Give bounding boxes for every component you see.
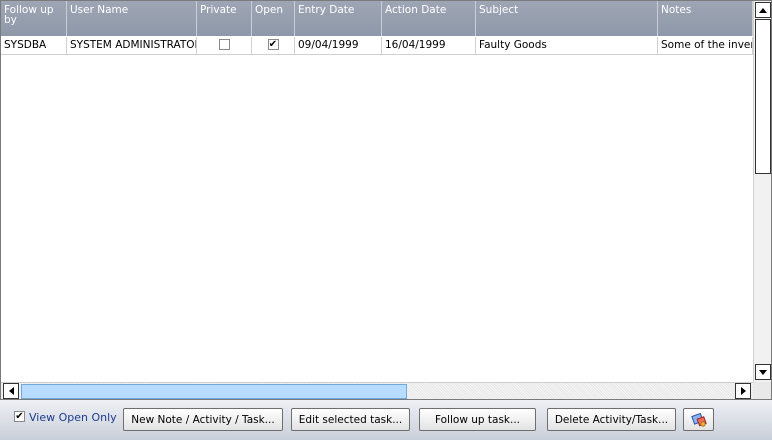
cell-action-date[interactable]: 16/04/1999 — [382, 37, 476, 54]
vertical-scrollbar[interactable] — [753, 1, 771, 382]
open-checkbox[interactable]: ✔ — [267, 38, 279, 50]
eraser-icon — [690, 412, 707, 427]
arrow-right-icon — [740, 387, 746, 395]
arrow-down-icon — [759, 369, 767, 375]
cell-entry-date[interactable]: 09/04/1999 — [295, 37, 382, 54]
view-open-only-toggle[interactable]: ✔ View Open Only — [14, 411, 117, 424]
column-header-action-date[interactable]: Action Date — [382, 1, 476, 36]
vertical-scroll-thumb[interactable] — [755, 19, 771, 174]
column-header-follow-up-by[interactable]: Follow up by — [1, 1, 67, 36]
column-header-private[interactable]: Private — [197, 1, 252, 36]
follow-up-task-button[interactable]: Follow up task... — [419, 408, 536, 431]
bottom-toolbar: ✔ View Open Only New Note / Activity / T… — [0, 400, 772, 440]
arrow-up-icon — [759, 7, 767, 13]
edit-task-button[interactable]: Edit selected task... — [291, 408, 410, 431]
activities-grid: Follow up by User Name Private Open Entr… — [0, 0, 772, 400]
cell-private[interactable] — [197, 37, 252, 54]
private-checkbox[interactable] — [218, 38, 230, 50]
scroll-up-button[interactable] — [755, 2, 771, 18]
grid-header: Follow up by User Name Private Open Entr… — [1, 1, 753, 36]
column-header-notes[interactable]: Notes — [658, 1, 753, 36]
scroll-left-button[interactable] — [3, 383, 19, 399]
scroll-down-button[interactable] — [755, 364, 771, 380]
delete-activity-button[interactable]: Delete Activity/Task... — [547, 408, 676, 431]
column-header-user-name[interactable]: User Name — [67, 1, 197, 36]
cell-notes[interactable]: Some of the inventory — [658, 37, 753, 54]
new-note-button[interactable]: New Note / Activity / Task... — [123, 408, 283, 431]
column-header-subject[interactable]: Subject — [476, 1, 658, 36]
view-open-only-checkbox[interactable]: ✔ — [14, 411, 25, 422]
cell-open[interactable]: ✔ — [252, 37, 295, 54]
column-header-entry-date[interactable]: Entry Date — [295, 1, 382, 36]
scrollbar-corner — [753, 382, 771, 399]
cell-follow-up-by[interactable]: SYSDBA — [1, 37, 67, 54]
cell-subject[interactable]: Faulty Goods — [476, 37, 658, 54]
column-header-open[interactable]: Open — [252, 1, 295, 36]
eraser-button[interactable] — [683, 408, 714, 431]
table-row[interactable]: SYSDBA SYSTEM ADMINISTRATOR ✔ 09/04/1999… — [1, 37, 753, 55]
cell-user-name[interactable]: SYSTEM ADMINISTRATOR — [67, 37, 197, 54]
view-open-only-label: View Open Only — [29, 411, 117, 424]
arrow-left-icon — [8, 387, 14, 395]
scroll-right-button[interactable] — [735, 383, 751, 399]
horizontal-scrollbar[interactable] — [1, 382, 753, 399]
horizontal-scroll-thumb[interactable] — [21, 384, 407, 399]
